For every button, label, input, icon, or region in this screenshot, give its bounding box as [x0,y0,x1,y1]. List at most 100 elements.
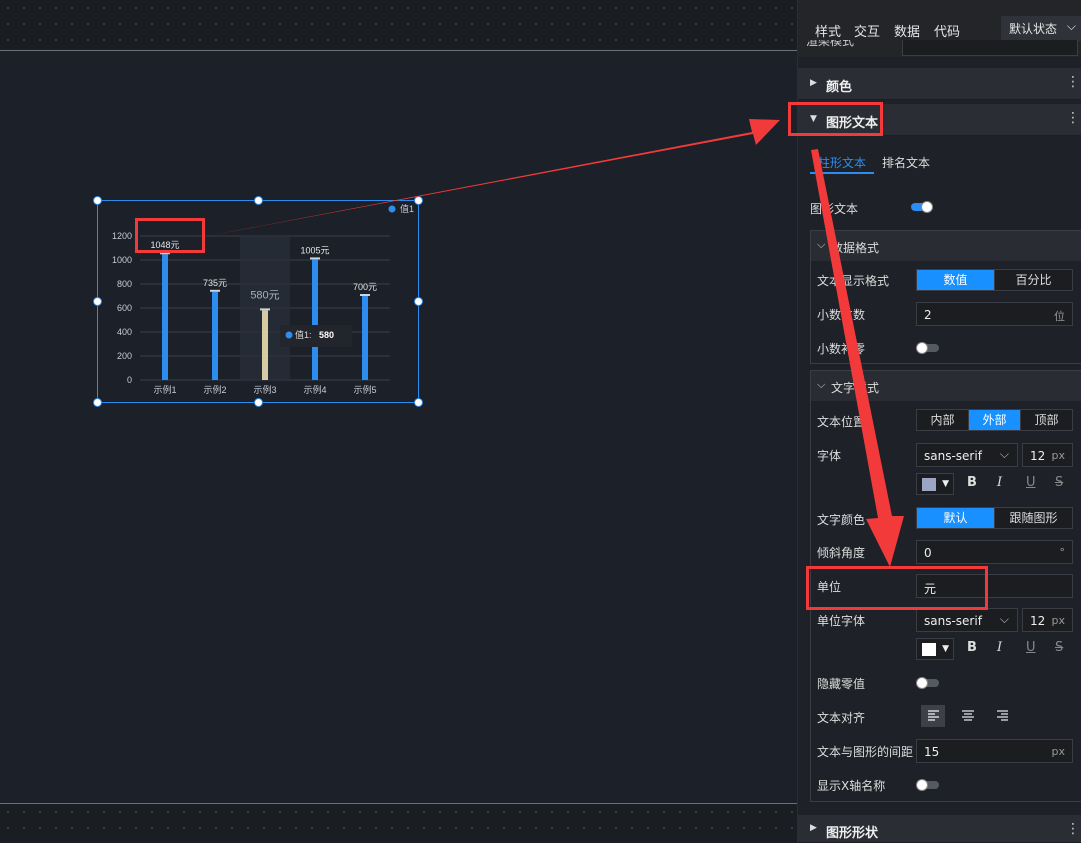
panel-tabs: 样式 交互 数据 代码 默认状态 ⌵ 渲染模式 canvas [798,0,1081,57]
section-color[interactable]: ▶ 颜色 ⋮ [798,68,1081,100]
display-format-value[interactable]: 数值 [917,270,995,290]
chevron-down-icon: ⌵ [817,238,826,251]
tooltip-marker [285,331,293,339]
bold-button[interactable]: B [967,475,977,490]
text-style-title: 文字样式 [831,381,880,395]
resize-handle-bottom-left[interactable] [93,398,102,407]
more-vertical-icon[interactable]: ⋮ [1066,821,1080,837]
data-format-header[interactable]: ⌵ 数据格式 [811,231,1081,261]
text-style-header[interactable]: ⌵ 文字样式 [811,371,1081,401]
more-vertical-icon[interactable]: ⋮ [1066,110,1080,126]
align-right-button[interactable] [991,705,1015,727]
display-format-label: 文本显示格式 [817,274,890,288]
bar-cap [360,294,370,296]
align-left-icon [928,710,939,721]
x-tick-label: 示例2 [203,384,226,395]
unit-bold-button[interactable]: B [967,640,977,655]
caret-right-icon: ▶ [810,78,817,88]
canvas-area[interactable]: 0 200 400 600 800 1000 1200 1048元 示例1 735元 示例2 580元… [0,0,797,843]
data-label: 580元 [250,289,279,301]
annotation-box-label [135,218,205,253]
tilt-angle-input[interactable]: 0 ° [916,540,1073,564]
text-color-picker[interactable]: ▼ [916,473,954,495]
position-top[interactable]: 顶部 [1021,410,1072,430]
annotation-box-unit [806,566,988,610]
show-x-name-toggle[interactable] [916,779,939,791]
resize-handle-top-left[interactable] [93,196,102,205]
toggle-knob [921,201,933,213]
subtab-active-indicator [810,172,874,174]
text-color-label: 文字颜色 [817,513,866,527]
text-color-segment: 默认 跟随图形 [916,507,1073,529]
strikethrough-button[interactable]: S [1055,475,1063,490]
caret-down-icon: ▼ [942,644,949,654]
text-gap-input[interactable]: 15 px [916,739,1073,763]
text-color-default[interactable]: 默认 [917,508,995,528]
unit-strikethrough-button[interactable]: S [1055,640,1063,655]
chevron-down-icon: ⌵ [999,447,1009,461]
hide-zero-toggle[interactable] [916,677,939,689]
text-position-segment: 内部 外部 顶部 [916,409,1073,431]
unit-italic-button[interactable]: I [997,640,1002,655]
toggle-knob [916,779,928,791]
text-gap-label: 文本与图形的间距 [817,745,914,759]
render-mode-select[interactable]: canvas [902,40,1078,56]
data-label: 1005元 [300,245,329,255]
display-format-percent[interactable]: 百分比 [995,270,1072,290]
more-vertical-icon[interactable]: ⋮ [1066,74,1080,90]
resize-handle-bottom-right[interactable] [414,398,423,407]
x-tick-label: 示例5 [353,384,376,395]
hide-zero-label: 隐藏零值 [817,677,866,691]
unit-color-picker[interactable]: ▼ [916,638,954,660]
unit-font-size-input[interactable]: 12 px [1022,608,1073,632]
tab-style[interactable]: 样式 [815,21,841,40]
pad-zero-toggle[interactable] [916,342,939,354]
position-outside[interactable]: 外部 [969,410,1021,430]
caret-right-icon: ▶ [810,823,817,833]
subtab-rank-text[interactable]: 排名文本 [882,154,930,171]
underline-button[interactable]: U [1026,475,1036,490]
font-size-value: 12 [1030,449,1046,463]
resize-handle-left[interactable] [93,297,102,306]
unit-font-select[interactable]: sans-serif ⌵ [916,608,1018,632]
decimals-input[interactable]: 2 位 [916,302,1073,326]
text-color-follow[interactable]: 跟随图形 [995,508,1072,528]
resize-handle-bottom[interactable] [254,398,263,407]
chevron-down-icon: ⌵ [817,378,826,391]
state-select[interactable]: 默认状态 ⌵ [1001,16,1081,41]
decimals-label: 小数位数 [817,308,866,322]
font-select[interactable]: sans-serif ⌵ [916,443,1018,467]
canvas-bottom-ruler [0,803,797,843]
align-left-button[interactable] [921,705,945,727]
resize-handle-top-right[interactable] [414,196,423,205]
unit-font-size-unit: px [1051,614,1066,627]
bar [212,291,218,380]
italic-button[interactable]: I [997,475,1002,490]
section-shape-title: 图形形状 [826,826,879,841]
tab-interaction[interactable]: 交互 [854,21,880,40]
section-shape[interactable]: ▶ 图形形状 ⋮ [798,815,1081,843]
bar [262,310,268,380]
app-root: 0 200 400 600 800 1000 1200 1048元 示例1 735元 示例2 580元… [0,0,1081,843]
legend-marker [388,205,396,213]
toggle-knob [916,677,928,689]
shape-text-toggle[interactable] [911,201,933,213]
chevron-down-icon: ⌵ [999,612,1009,626]
align-center-button[interactable] [956,705,980,727]
bar [162,254,168,380]
data-format-group: ⌵ 数据格式 文本显示格式 数值 百分比 小数位数 2 位 小数补零 [810,230,1081,364]
unit-underline-button[interactable]: U [1026,640,1036,655]
tab-data[interactable]: 数据 [894,21,920,40]
subtab-bar-text[interactable]: 柱形文本 [818,154,866,171]
y-tick-label: 1200 [112,231,132,241]
resize-handle-right[interactable] [414,297,423,306]
unit-font-size-value: 12 [1030,614,1046,628]
tooltip-name: 值1: [295,329,312,340]
tab-code[interactable]: 代码 [934,21,960,40]
bar [312,259,318,380]
resize-handle-top[interactable] [254,196,263,205]
position-inside[interactable]: 内部 [917,410,969,430]
state-select-value: 默认状态 [1009,22,1058,36]
display-format-segment: 数值 百分比 [916,269,1073,291]
font-size-input[interactable]: 12 px [1022,443,1073,467]
